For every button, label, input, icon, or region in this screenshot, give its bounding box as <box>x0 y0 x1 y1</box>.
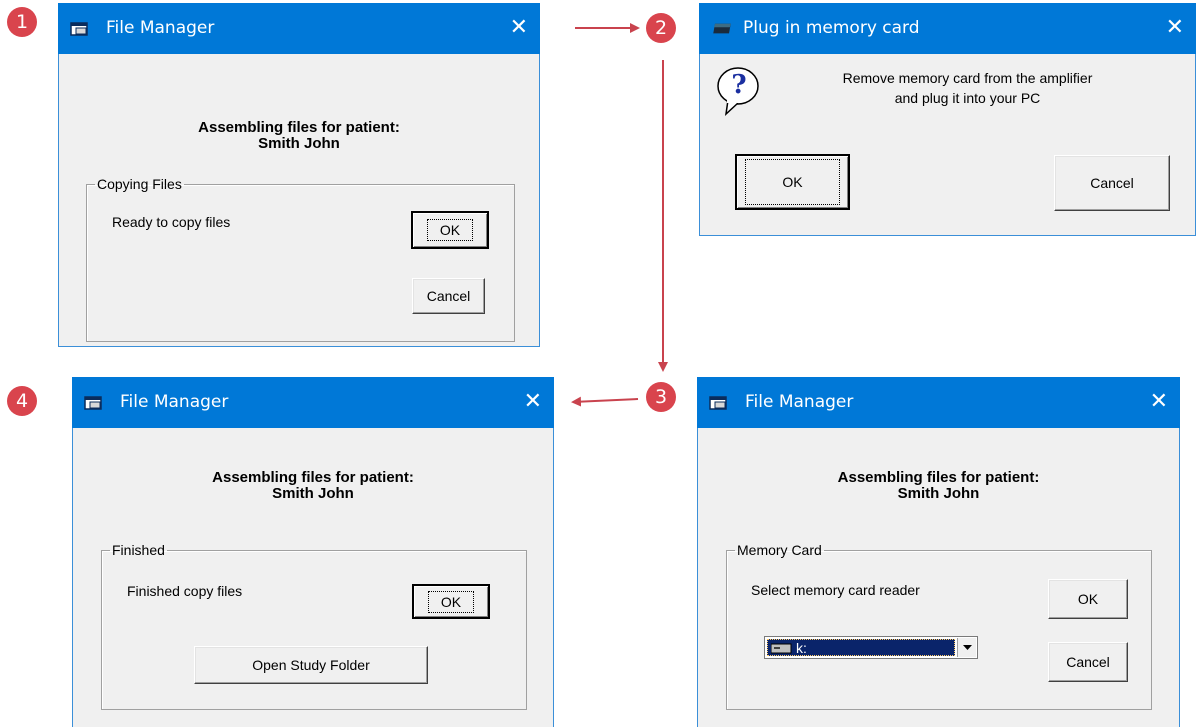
plug-in-memory-card-dialog: Plug in memory card ✕ ? Remove memory ca… <box>699 3 1196 236</box>
folder-window-icon <box>84 396 102 410</box>
message-line-2: and plug it into your PC <box>894 90 1041 106</box>
close-icon[interactable]: ✕ <box>1166 13 1184 43</box>
title-bar[interactable]: Plug in memory card ✕ <box>699 3 1196 54</box>
selected-option: k: <box>767 639 955 656</box>
dropdown-button[interactable] <box>957 638 976 657</box>
file-manager-dialog-memory-card: File Manager ✕ Assembling files for pati… <box>697 377 1180 727</box>
close-icon[interactable]: ✕ <box>524 387 542 417</box>
cancel-button[interactable]: Cancel <box>1048 642 1128 682</box>
open-study-folder-button[interactable]: Open Study Folder <box>194 646 428 684</box>
folder-window-icon <box>70 22 88 36</box>
ok-button-label: OK <box>427 590 475 613</box>
status-text: Select memory card reader <box>751 582 920 598</box>
title-bar[interactable]: File Manager ✕ <box>697 377 1180 428</box>
memory-card-group: Memory Card <box>726 542 1152 710</box>
cancel-button[interactable]: Cancel <box>412 278 485 314</box>
memory-card-reader-select[interactable]: k: <box>764 636 978 659</box>
file-manager-dialog-copying: File Manager ✕ Assembling files for pati… <box>58 3 540 347</box>
window-title: Plug in memory card <box>743 18 920 38</box>
arrow-3-to-4 <box>571 396 639 407</box>
window-title: File Manager <box>106 18 215 38</box>
folder-window-icon <box>709 396 727 410</box>
copying-files-group: Copying Files <box>86 176 515 342</box>
heading-line-2: Smith John <box>258 135 340 152</box>
ok-button[interactable]: OK <box>411 211 489 249</box>
step-badge-4: 4 <box>7 386 37 416</box>
status-text: Finished copy files <box>127 583 243 599</box>
memory-card-icon <box>713 23 731 34</box>
status-text: Ready to copy files <box>112 214 231 230</box>
drive-icon <box>771 643 792 654</box>
heading-line-2: Smith John <box>897 485 980 502</box>
chevron-down-icon <box>962 645 972 650</box>
step-badge-3: 3 <box>646 382 676 412</box>
group-label: Finished <box>112 542 165 558</box>
ok-button[interactable]: OK <box>1048 579 1128 619</box>
close-icon[interactable]: ✕ <box>1150 387 1168 417</box>
heading-line-1: Assembling files for patient: <box>837 469 1040 486</box>
window-title: File Manager <box>120 392 229 412</box>
message-line-1: Remove memory card from the amplifier <box>842 70 1093 86</box>
title-bar[interactable]: File Manager ✕ <box>58 3 540 54</box>
heading-line-2: Smith John <box>272 485 354 502</box>
ok-button-label: OK <box>745 159 840 205</box>
file-manager-dialog-finished: File Manager ✕ Assembling files for pati… <box>72 377 554 727</box>
title-bar[interactable]: File Manager ✕ <box>72 377 554 428</box>
heading-line-1: Assembling files for patient: <box>198 119 400 136</box>
group-label: Copying Files <box>97 176 182 192</box>
finished-group: Finished <box>101 542 527 710</box>
step-badge-2: 2 <box>646 13 676 43</box>
selected-drive-label: k: <box>796 640 807 656</box>
ok-button-label: OK <box>426 219 474 241</box>
window-title: File Manager <box>745 392 854 412</box>
ok-button[interactable]: OK <box>412 584 490 619</box>
ok-button[interactable]: OK <box>735 154 850 210</box>
close-icon[interactable]: ✕ <box>510 13 528 43</box>
cancel-button[interactable]: Cancel <box>1054 155 1170 211</box>
step-badge-1: 1 <box>7 7 37 37</box>
heading-line-1: Assembling files for patient: <box>212 469 414 486</box>
group-label: Memory Card <box>737 542 822 558</box>
